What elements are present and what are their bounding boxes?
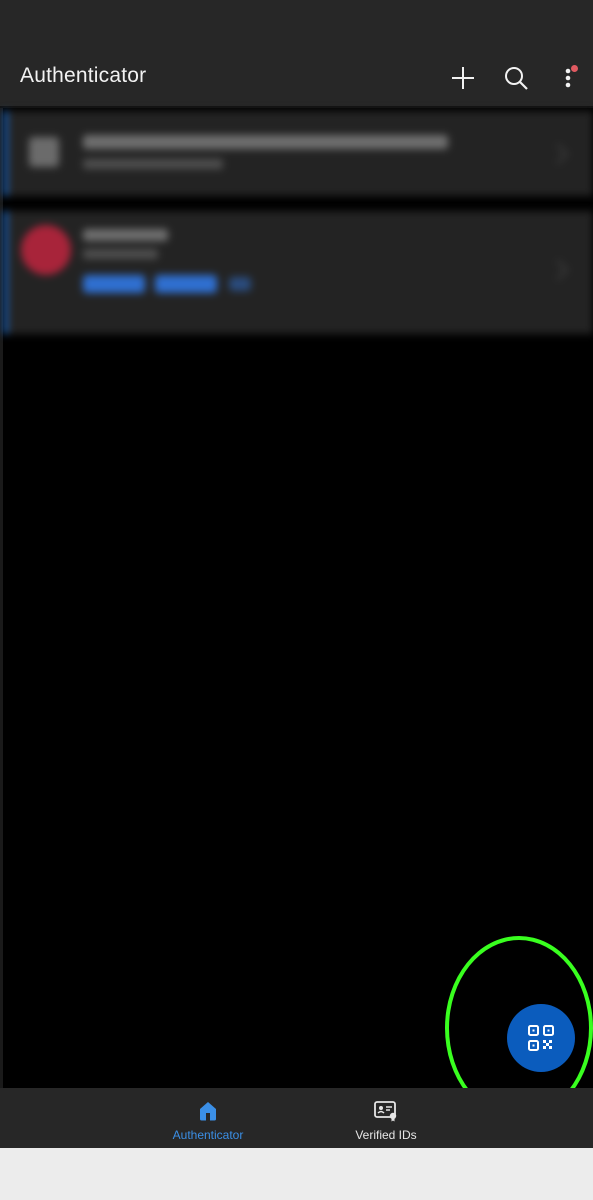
app-bar: Authenticator bbox=[0, 52, 593, 108]
add-account-button[interactable] bbox=[445, 60, 481, 96]
page-title: Authenticator bbox=[20, 64, 147, 87]
notification-dot bbox=[571, 65, 578, 72]
bottom-navigation: Authenticator Verified IDs bbox=[0, 1088, 593, 1148]
search-button[interactable] bbox=[498, 60, 534, 96]
redacted-code bbox=[155, 275, 217, 293]
redacted-code bbox=[83, 275, 145, 293]
search-icon bbox=[505, 67, 528, 90]
redacted-timer bbox=[229, 277, 251, 291]
chevron-right-icon bbox=[548, 144, 568, 164]
avatar bbox=[21, 225, 71, 275]
redacted-text bbox=[83, 135, 448, 149]
account-card[interactable] bbox=[3, 111, 593, 196]
redacted-text bbox=[83, 229, 168, 241]
qr-code-icon bbox=[528, 1025, 554, 1051]
tab-verified-ids[interactable]: Verified IDs bbox=[316, 1088, 456, 1148]
plus-icon bbox=[452, 67, 474, 89]
account-card[interactable] bbox=[3, 211, 593, 334]
chevron-right-icon bbox=[548, 260, 568, 280]
home-icon bbox=[200, 1102, 216, 1121]
tab-label: Authenticator bbox=[172, 1128, 244, 1142]
tab-label: Verified IDs bbox=[355, 1128, 417, 1142]
id-card-icon bbox=[374, 1101, 397, 1122]
scan-qr-code-button[interactable] bbox=[507, 1004, 575, 1072]
system-gesture-bar bbox=[0, 1148, 593, 1200]
status-bar bbox=[0, 0, 593, 52]
account-icon bbox=[29, 137, 59, 167]
tab-authenticator[interactable]: Authenticator bbox=[138, 1088, 278, 1148]
more-options-button[interactable] bbox=[550, 60, 586, 96]
card-accent bbox=[3, 211, 8, 334]
redacted-text bbox=[83, 249, 158, 259]
card-accent bbox=[3, 111, 8, 196]
redacted-text bbox=[83, 159, 223, 169]
